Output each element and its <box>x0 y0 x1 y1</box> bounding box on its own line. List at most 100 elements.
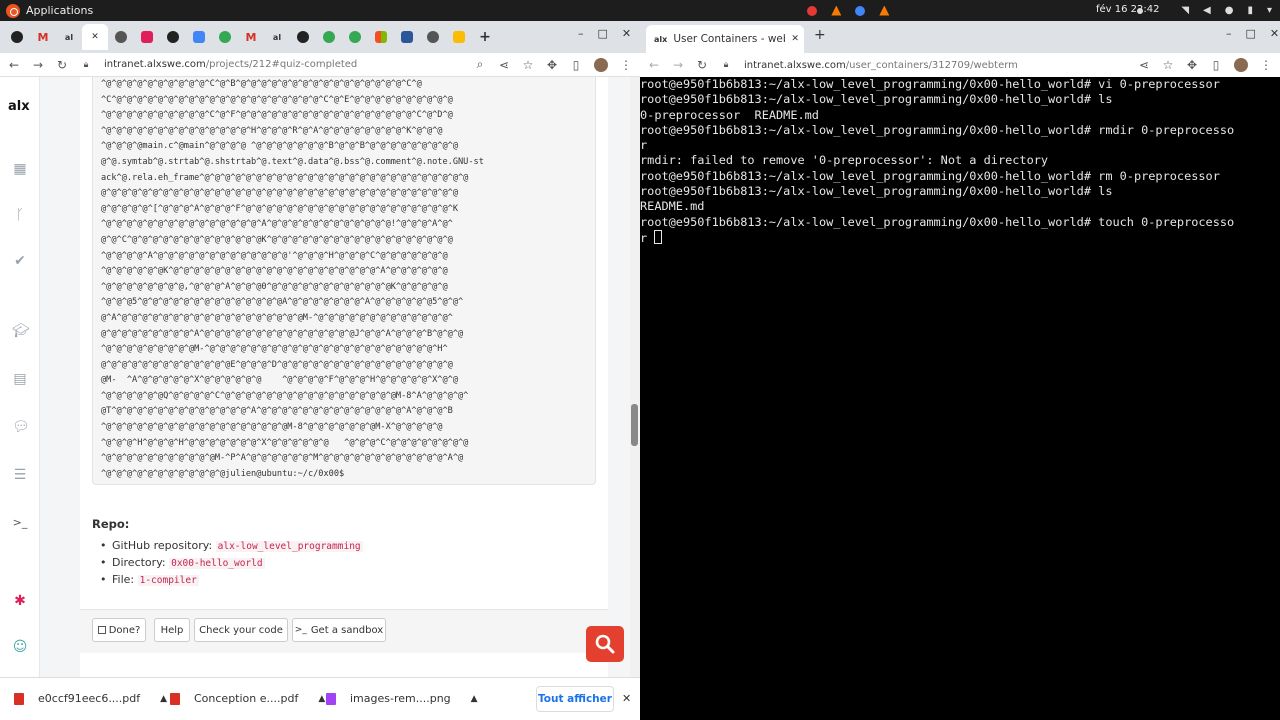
new-tab-button[interactable]: + <box>472 24 498 50</box>
done-button[interactable]: Done? <box>92 618 146 642</box>
document-icon[interactable]: ▤ <box>12 371 28 387</box>
close-downloads-icon[interactable]: ✕ <box>622 692 631 705</box>
avatar[interactable] <box>1234 58 1248 72</box>
sidepanel-icon[interactable]: ▯ <box>1210 58 1222 72</box>
check-code-button[interactable]: Check your code <box>194 618 288 642</box>
download-item-2[interactable]: Conception e....pdf ▲ <box>170 692 325 705</box>
page-scrollbar[interactable] <box>630 77 640 697</box>
tab-alx-1[interactable]: al <box>56 24 82 50</box>
minimize-icon[interactable]: – <box>578 27 584 40</box>
tab-gmail-1[interactable]: M <box>30 24 56 50</box>
branch-icon[interactable]: ᚴ <box>12 207 28 223</box>
graduation-cap-icon[interactable]: 🎓︎ <box>12 323 30 339</box>
lock-icon[interactable]: 🔒︎ <box>720 60 732 70</box>
profile-icon[interactable]: ☺ <box>12 639 28 655</box>
new-tab-button[interactable]: + <box>814 27 826 43</box>
chat-icon[interactable]: 💬︎ <box>12 419 30 435</box>
scrollbar-thumb[interactable] <box>631 404 638 446</box>
volume-icon[interactable]: ◀ <box>1203 5 1211 16</box>
tab-drive[interactable] <box>446 24 472 50</box>
url-field[interactable]: intranet.alxswe.com/user_containers/3127… <box>744 60 1126 71</box>
right-address-bar: ← → ↻ 🔒︎ intranet.alxswe.com/user_contai… <box>640 53 1280 77</box>
gmail-icon: M <box>37 30 49 44</box>
minimize-icon[interactable]: – <box>1226 27 1232 40</box>
show-all-downloads-button[interactable]: Tout afficher <box>536 686 614 712</box>
star-icon[interactable]: ☆ <box>522 58 534 72</box>
wifi-icon[interactable]: ◥ <box>1181 5 1189 16</box>
tab-translate[interactable] <box>186 24 212 50</box>
tab-gmail-2[interactable]: M <box>238 24 264 50</box>
tab-green-1[interactable] <box>316 24 342 50</box>
chevron-up-icon[interactable]: ▲ <box>318 694 325 704</box>
menu-icon[interactable]: ⋮ <box>620 58 632 72</box>
pdf-icon <box>14 692 24 705</box>
tab-github-1[interactable] <box>4 24 30 50</box>
reload-icon[interactable]: ↻ <box>696 58 708 72</box>
green-circle-icon <box>349 31 361 43</box>
share-icon[interactable]: ⋖ <box>1138 58 1150 72</box>
tab-alx-2[interactable]: al <box>264 24 290 50</box>
forward-icon[interactable]: → <box>32 58 44 72</box>
tab-webterm[interactable]: alx User Containers - webterm ✕ <box>646 25 804 53</box>
tab-slack[interactable] <box>134 24 160 50</box>
forward-icon[interactable]: → <box>672 58 684 72</box>
tab-microsoft[interactable] <box>368 24 394 50</box>
back-icon[interactable]: ← <box>8 58 20 72</box>
terminal-icon[interactable]: >_ <box>12 515 28 531</box>
lock-icon[interactable]: 🔒︎ <box>80 60 92 70</box>
microphone-icon[interactable]: ● <box>1225 5 1234 16</box>
tab-green-2[interactable] <box>342 24 368 50</box>
zoom-icon[interactable]: ⌕ <box>474 57 486 72</box>
slack-icon[interactable]: ✱ <box>12 593 28 609</box>
vlc-tray-icon-2[interactable] <box>879 5 890 16</box>
ubuntu-logo-icon <box>6 3 20 18</box>
search-fab-button[interactable] <box>586 626 624 662</box>
download-item-1[interactable]: e0ccf91eec6....pdf ▲ <box>14 692 167 705</box>
right-window-controls: – □ ✕ <box>1226 27 1279 40</box>
tab-globe-2[interactable] <box>420 24 446 50</box>
star-icon[interactable]: ☆ <box>1162 58 1174 72</box>
server-icon[interactable]: ☰ <box>12 467 28 483</box>
sidepanel-icon[interactable]: ▯ <box>570 58 582 72</box>
system-menu-icon[interactable]: ▾ <box>1267 5 1272 16</box>
reload-icon[interactable]: ↻ <box>56 58 68 72</box>
maximize-icon[interactable]: □ <box>598 27 608 40</box>
close-window-icon[interactable]: ✕ <box>622 27 631 40</box>
tab-alx-active[interactable]: ✕ <box>82 24 108 50</box>
help-button[interactable]: Help <box>154 618 190 642</box>
pdf-icon <box>170 692 180 705</box>
share-icon[interactable]: ⋖ <box>498 58 510 72</box>
close-icon[interactable]: ✕ <box>791 34 799 44</box>
menu-icon[interactable]: ⋮ <box>1260 58 1272 72</box>
alx-logo[interactable]: alx <box>8 99 30 114</box>
url-field[interactable]: intranet.alxswe.com/projects/212#quiz-co… <box>104 59 462 70</box>
tab-github-2[interactable] <box>160 24 186 50</box>
vlc-icon[interactable] <box>831 5 842 16</box>
applications-menu[interactable]: Applications <box>0 3 93 18</box>
main-content: ^@^@^@^@^@^@^@^@^@^@^C^@^B^@^@^@^@^@^@^@… <box>80 77 608 697</box>
close-window-icon[interactable]: ✕ <box>1270 27 1279 40</box>
calendar-icon[interactable]: ▦ <box>12 161 28 177</box>
tab-word[interactable] <box>394 24 420 50</box>
tab-github-3[interactable] <box>290 24 316 50</box>
battery-icon[interactable]: ▮ <box>1247 5 1253 16</box>
tab-globe-1[interactable] <box>108 24 134 50</box>
check-icon[interactable]: ✔ <box>12 253 28 269</box>
extensions-icon[interactable]: ✥ <box>1186 58 1198 72</box>
extensions-icon[interactable]: ✥ <box>546 58 558 72</box>
maximize-icon[interactable]: □ <box>1246 27 1256 40</box>
plus-icon: + <box>479 29 491 45</box>
terminal-text: root@e950f1b6b813:~/alx-low_level_progra… <box>640 77 1235 245</box>
close-icon[interactable]: ✕ <box>91 32 99 42</box>
back-icon[interactable]: ← <box>648 58 660 72</box>
web-terminal[interactable]: root@e950f1b6b813:~/alx-low_level_progra… <box>640 77 1280 720</box>
record-indicator-icon[interactable] <box>807 5 818 16</box>
chrome-tray-icon[interactable] <box>855 5 866 16</box>
tab-chrome[interactable] <box>212 24 238 50</box>
left-tab-strip: M al ✕ M al + – □ ✕ <box>0 21 640 53</box>
sandbox-button[interactable]: >_ Get a sandbox <box>292 618 386 642</box>
download-item-3[interactable]: images-rem....png ▲ <box>326 692 478 705</box>
avatar[interactable] <box>594 57 608 72</box>
chevron-up-icon[interactable]: ▲ <box>160 694 167 704</box>
chevron-up-icon[interactable]: ▲ <box>471 694 478 704</box>
